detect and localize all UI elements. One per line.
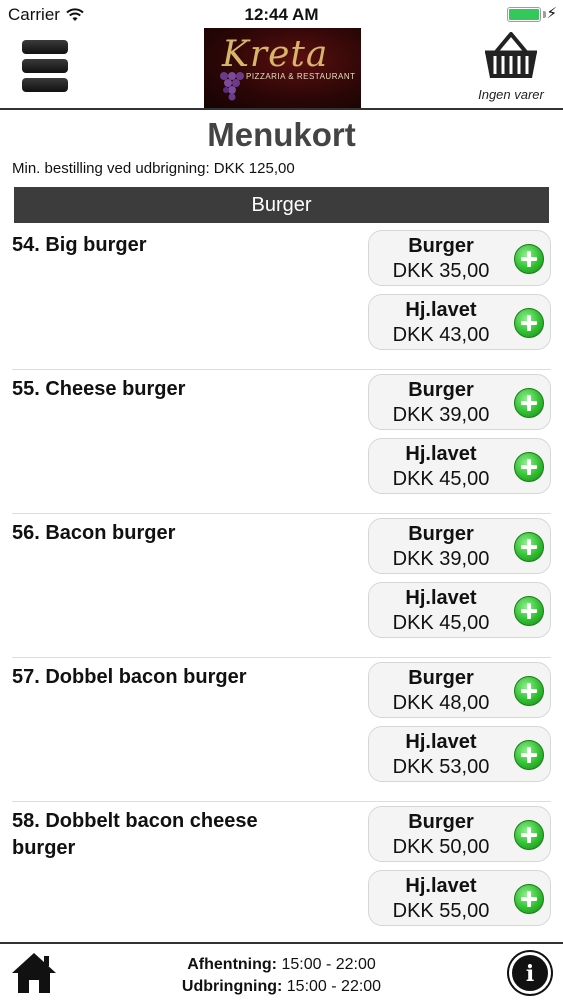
add-option-button[interactable]: Burger DKK 35,00 (368, 230, 551, 286)
add-icon[interactable] (514, 596, 544, 626)
option-price: DKK 55,00 (392, 900, 490, 922)
add-icon[interactable] (514, 452, 544, 482)
option-label: Burger (408, 667, 474, 689)
app-footer: Afhentning: 15:00 - 22:00 Udbringning: 1… (0, 942, 563, 1000)
add-option-button[interactable]: Burger DKK 50,00 (368, 806, 551, 862)
app-header: Kreta PIZZARIA & RESTAURANT Ingen varer (0, 28, 563, 110)
option-label: Burger (408, 379, 474, 401)
menu-list: 54. Big burger Burger DKK 35,00 Hj.lavet… (0, 226, 563, 946)
add-option-button[interactable]: Hj.lavet DKK 43,00 (368, 294, 551, 350)
option-label: Hj.lavet (405, 299, 477, 321)
option-price: DKK 39,00 (392, 404, 490, 426)
page-title: Menukort (207, 116, 356, 153)
item-name: 56. Bacon burger (12, 522, 176, 544)
battery-icon (507, 7, 541, 22)
menu-item: 54. Big burger Burger DKK 35,00 Hj.lavet… (12, 226, 551, 370)
info-icon[interactable]: i (509, 952, 551, 994)
delivery-label: Udbringning: (181, 978, 283, 995)
menu-item: 57. Dobbel bacon burger Burger DKK 48,00… (12, 658, 551, 802)
option-label: Hj.lavet (405, 731, 477, 753)
add-icon[interactable] (514, 820, 544, 850)
option-label: Hj.lavet (405, 587, 477, 609)
delivery-hours: 15:00 - 22:00 (286, 978, 382, 995)
min-order-note: Min. bestilling ved udbrigning: DKK 125,… (12, 160, 295, 177)
item-name: 58. Dobbelt bacon cheese burger (12, 810, 258, 859)
add-icon[interactable] (514, 532, 544, 562)
option-price: DKK 43,00 (392, 324, 490, 346)
status-bar: Carrier 12:44 AM ⚡ (0, 0, 563, 28)
menu-item: 58. Dobbelt bacon cheese burger Burger D… (12, 802, 551, 946)
option-label: Hj.lavet (405, 443, 477, 465)
menu-item: 55. Cheese burger Burger DKK 39,00 Hj.la… (12, 370, 551, 514)
pickup-label: Afhentning: (187, 956, 277, 973)
charging-icon: ⚡ (546, 5, 557, 22)
hamburger-icon[interactable] (22, 40, 70, 96)
pickup-hours: 15:00 - 22:00 (281, 956, 376, 973)
add-icon[interactable] (514, 740, 544, 770)
menu-item: 56. Bacon burger Burger DKK 39,00 Hj.lav… (12, 514, 551, 658)
restaurant-logo: Kreta PIZZARIA & RESTAURANT (204, 28, 361, 108)
add-option-button[interactable]: Hj.lavet DKK 53,00 (368, 726, 551, 782)
add-option-button[interactable]: Burger DKK 48,00 (368, 662, 551, 718)
add-option-button[interactable]: Hj.lavet DKK 45,00 (368, 582, 551, 638)
item-name: 57. Dobbel bacon burger (12, 666, 247, 688)
option-label: Burger (408, 235, 474, 257)
cart-label: Ingen varer (478, 87, 544, 102)
add-option-button[interactable]: Hj.lavet DKK 45,00 (368, 438, 551, 494)
option-label: Burger (408, 523, 474, 545)
add-option-button[interactable]: Burger DKK 39,00 (368, 518, 551, 574)
add-option-button[interactable]: Burger DKK 39,00 (368, 374, 551, 430)
option-label: Burger (408, 811, 474, 833)
add-icon[interactable] (514, 884, 544, 914)
option-price: DKK 50,00 (392, 836, 490, 858)
option-label: Hj.lavet (405, 875, 477, 897)
grapes-icon (220, 72, 244, 101)
add-icon[interactable] (514, 388, 544, 418)
category-header: Burger (14, 187, 549, 223)
option-price: DKK 39,00 (392, 548, 490, 570)
logo-subtitle: PIZZARIA & RESTAURANT (246, 72, 356, 81)
add-icon[interactable] (514, 308, 544, 338)
option-price: DKK 35,00 (392, 260, 490, 282)
option-price: DKK 45,00 (392, 612, 490, 634)
basket-icon (485, 32, 537, 78)
status-time: 12:44 AM (244, 5, 319, 24)
add-icon[interactable] (514, 244, 544, 274)
option-price: DKK 45,00 (392, 468, 490, 490)
cart-button[interactable]: Ingen varer (471, 32, 551, 104)
option-price: DKK 48,00 (392, 692, 490, 714)
opening-hours: Afhentning: 15:00 - 22:00 Udbringning: 1… (0, 954, 563, 998)
option-price: DKK 53,00 (392, 756, 490, 778)
add-option-button[interactable]: Hj.lavet DKK 55,00 (368, 870, 551, 926)
item-name: 55. Cheese burger (12, 378, 186, 400)
item-name: 54. Big burger (12, 234, 147, 256)
add-icon[interactable] (514, 676, 544, 706)
